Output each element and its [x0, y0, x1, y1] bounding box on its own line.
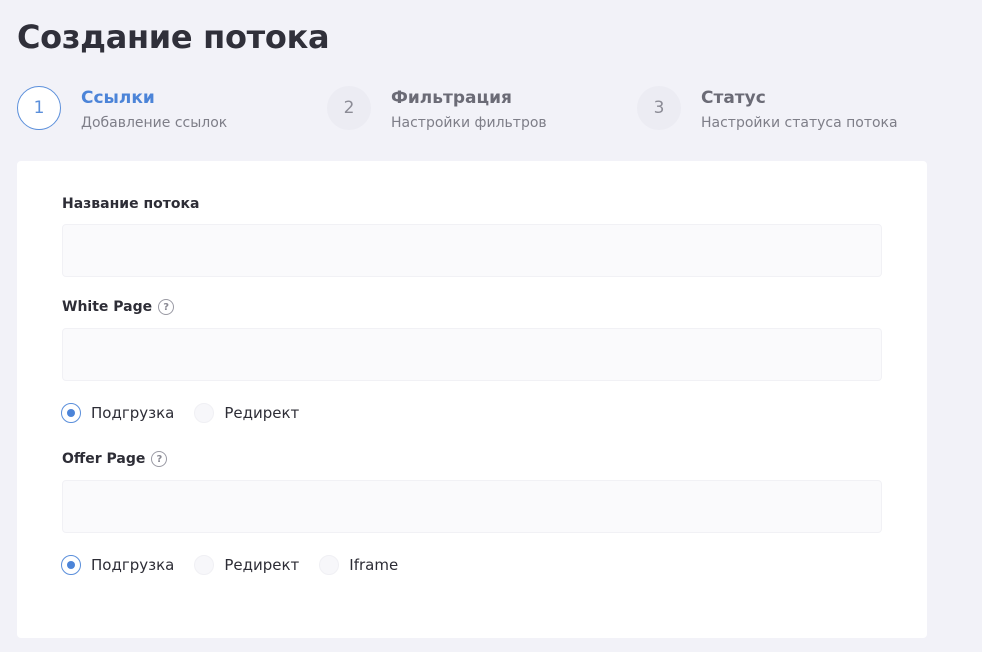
- step-filtering[interactable]: 2 Фильтрация Настройки фильтров: [327, 86, 547, 132]
- step-number: 1: [17, 86, 61, 130]
- step-label: Фильтрация: [391, 88, 512, 108]
- question-circle-icon[interactable]: ?: [151, 451, 168, 467]
- offer-page-label: Offer Page ?: [62, 451, 168, 467]
- radio-button-checked[interactable]: [61, 403, 81, 423]
- radio-button-checked[interactable]: [61, 555, 81, 575]
- stepper: 1 Ссылки Добавление ссылок 2 Фильтрация …: [17, 86, 937, 134]
- step-number: 3: [637, 86, 681, 130]
- offer-page-radio-iframe[interactable]: Iframe: [319, 555, 398, 575]
- step-description: Добавление ссылок: [81, 115, 228, 131]
- question-circle-icon[interactable]: ?: [158, 299, 175, 315]
- step-description: Настройки фильтров: [391, 115, 547, 131]
- form-card: Название потока White Page ? Подгрузка Р…: [17, 161, 927, 638]
- offer-page-input[interactable]: [62, 480, 882, 533]
- page-title: Создание потока: [17, 18, 330, 56]
- white-page-radio-load[interactable]: Подгрузка: [61, 403, 174, 423]
- offer-page-radio-redirect[interactable]: Редирект: [194, 555, 299, 575]
- radio-button[interactable]: [194, 403, 215, 423]
- step-status[interactable]: 3 Статус Настройки статуса потока: [637, 86, 898, 132]
- step-label: Ссылки: [81, 88, 155, 108]
- white-page-input[interactable]: [62, 328, 882, 381]
- step-description: Настройки статуса потока: [701, 115, 898, 131]
- step-number: 2: [327, 86, 371, 130]
- white-page-mode: Подгрузка Редирект: [61, 402, 319, 424]
- step-label: Статус: [701, 88, 766, 108]
- step-links[interactable]: 1 Ссылки Добавление ссылок: [17, 86, 227, 132]
- stream-name-label: Название потока: [62, 196, 200, 212]
- radio-button[interactable]: [319, 555, 340, 575]
- offer-page-mode: Подгрузка Редирект Iframe: [61, 554, 418, 576]
- offer-page-radio-load[interactable]: Подгрузка: [61, 555, 174, 575]
- radio-button[interactable]: [194, 555, 215, 575]
- stream-name-input[interactable]: [62, 224, 882, 277]
- white-page-radio-redirect[interactable]: Редирект: [194, 403, 299, 423]
- white-page-label: White Page ?: [62, 299, 175, 315]
